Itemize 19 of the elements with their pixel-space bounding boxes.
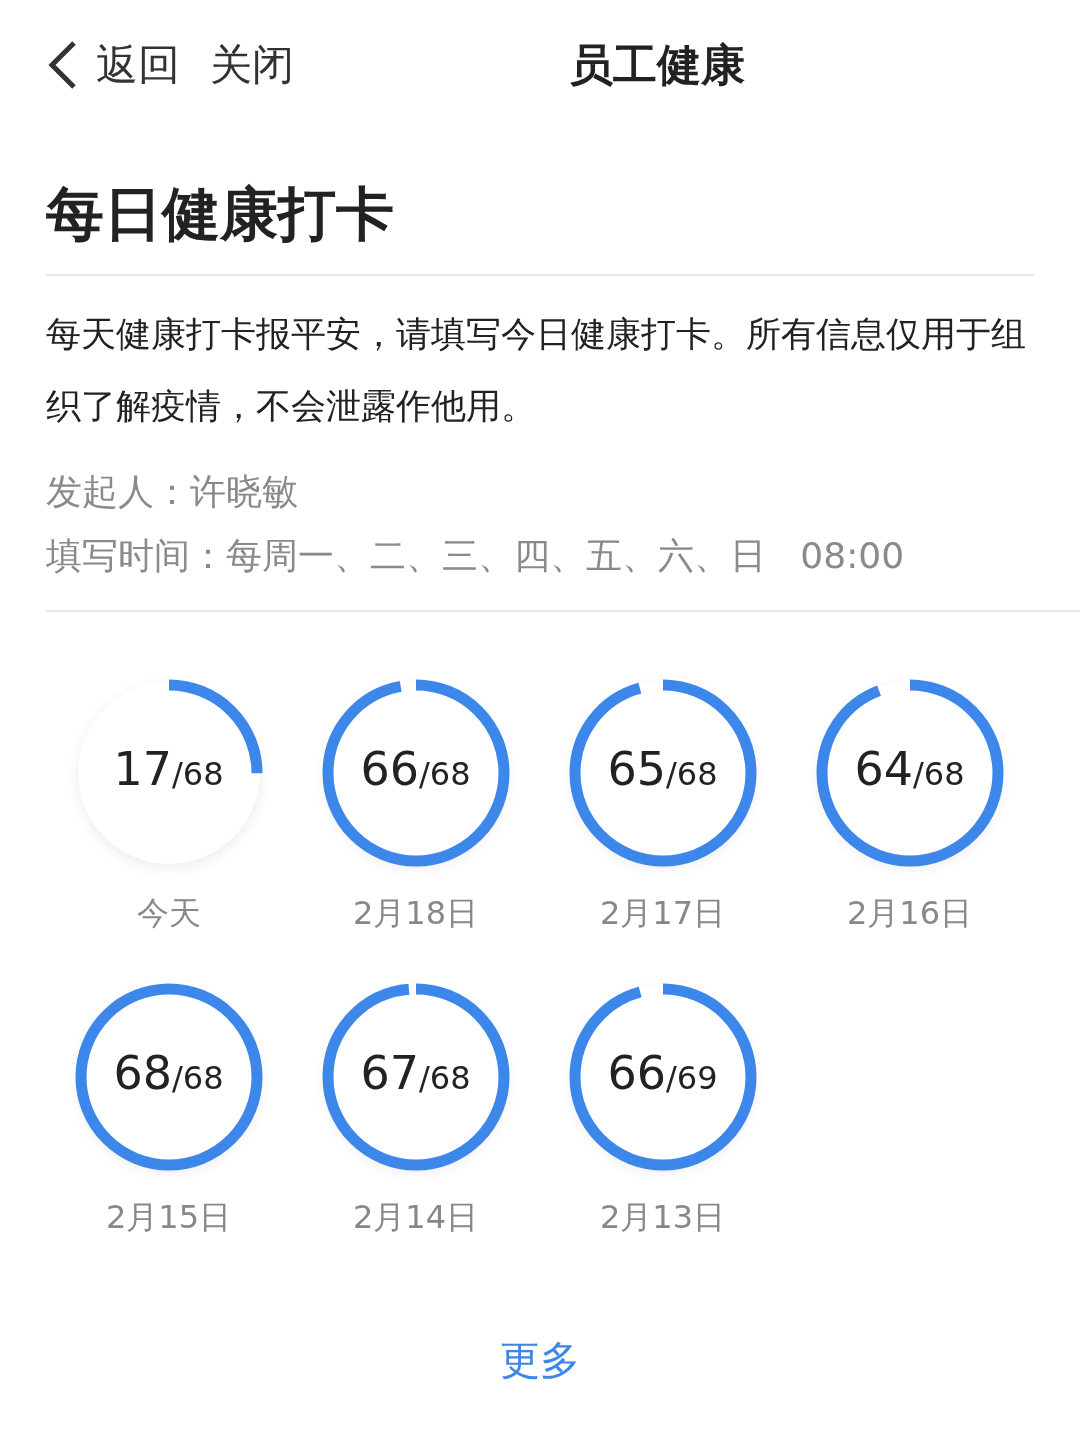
page-title: 员工健康 — [568, 37, 746, 92]
count-text: 17/68 — [112, 742, 225, 796]
count-text: 64/68 — [853, 742, 966, 796]
date-label: 2月16日 — [846, 893, 973, 934]
description: 每天健康打卡报平安，请填写今日健康打卡。所有信息仅用于组织了解疫情，不会泄露作他用。 — [46, 313, 1027, 428]
meta-text: 发起人：许晓敏 — [46, 470, 299, 514]
heading: 每日健康打卡 — [46, 179, 395, 250]
date-label: 2月18日 — [352, 893, 479, 934]
back-button[interactable]: 返回 — [46, 37, 180, 93]
date-label: 2月14日 — [352, 1197, 479, 1238]
date-label: 2月17日 — [599, 893, 726, 934]
date-label: 2月15日 — [105, 1197, 232, 1238]
meta-text: 填写时间：每周一、二、三、四、五、六、日 08:00 — [46, 534, 906, 578]
date-label: 2月13日 — [599, 1197, 726, 1238]
close-button[interactable]: 关闭 — [202, 37, 294, 93]
date-label: 今天 — [136, 893, 201, 934]
more-link[interactable]: 更多 — [494, 1332, 586, 1389]
chevron-left-icon — [46, 39, 78, 91]
count-text: 68/68 — [112, 1046, 225, 1100]
